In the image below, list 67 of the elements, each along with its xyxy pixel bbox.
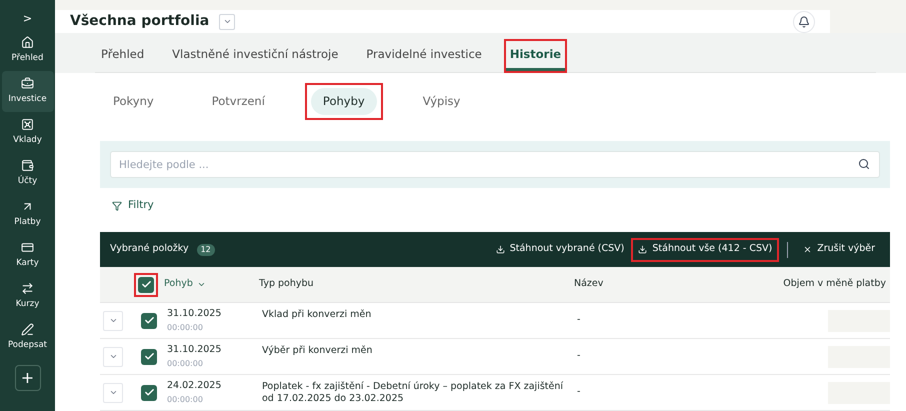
search-field[interactable]: Hledejte podle ... xyxy=(110,151,880,178)
selection-label: Vybrané položky xyxy=(110,242,189,256)
download-icon xyxy=(496,245,505,254)
sub-tab[interactable]: Pohyby xyxy=(310,88,377,115)
table-cell-text: 00:00:00 xyxy=(167,322,204,334)
close-icon xyxy=(803,245,812,254)
exchange-icon xyxy=(21,282,34,296)
check-icon xyxy=(144,351,154,362)
tab[interactable]: Vlastněné investiční nástroje xyxy=(168,41,342,72)
sidebar-item[interactable]: Podepsat xyxy=(2,317,54,358)
cancel-selection-button[interactable]: Zrušit výběr xyxy=(798,240,880,260)
tab[interactable]: Přehled xyxy=(97,41,148,72)
home-icon xyxy=(21,36,34,50)
briefcase-icon xyxy=(21,77,34,90)
table-cell-text: - xyxy=(577,385,582,400)
table-cell-text: Poplatek - fx zajištění - Debetní úroky – poplatek za FX zajištění od 17.02.2025 do 23.02.2025 xyxy=(262,380,564,405)
sub-tab[interactable]: Pokyny xyxy=(101,88,166,115)
download-button[interactable]: Stáhnout vše (412 - CSV) xyxy=(633,240,778,260)
search-icon[interactable] xyxy=(858,158,870,170)
table-cell-text: 24.02.2025 xyxy=(167,379,222,394)
add-button[interactable]: + xyxy=(14,365,40,391)
checkbox[interactable] xyxy=(141,384,157,400)
column-header[interactable]: Pohyb xyxy=(164,277,259,292)
table-cell-text: Výběr při konverzi měn xyxy=(262,344,374,357)
check-icon xyxy=(140,279,152,290)
safe-icon xyxy=(21,118,34,132)
chevron-icon xyxy=(108,352,118,361)
checkbox[interactable] xyxy=(138,276,154,292)
sub-tab[interactable]: Potvrzení xyxy=(200,88,277,115)
column-header: Název xyxy=(574,277,604,292)
download-button[interactable]: Stáhnout vybrané (CSV) xyxy=(490,240,630,260)
check-icon xyxy=(144,315,154,326)
check-icon xyxy=(144,387,154,398)
pen-icon xyxy=(21,323,34,336)
page-title: Všechna portfolia xyxy=(70,12,210,32)
tab[interactable]: Pravidelné investice xyxy=(362,41,486,72)
bell-icon xyxy=(798,16,810,28)
sidebar-item[interactable]: Karty xyxy=(2,235,54,276)
chevron-icon xyxy=(108,316,118,325)
table-cell-text: 00:00:00 xyxy=(167,358,204,370)
sidebar-item[interactable]: Účty xyxy=(2,153,54,194)
sidebar-item[interactable]: Investice xyxy=(2,71,54,112)
wallet-icon xyxy=(21,159,34,172)
column-header: Objem v měně platby xyxy=(783,277,887,292)
filters-link[interactable]: Filtry xyxy=(112,198,154,214)
table-cell-text: 31.10.2025 xyxy=(167,343,222,358)
chevron-icon xyxy=(108,388,118,397)
chevron-icon xyxy=(196,280,206,289)
table-cell-text: 31.10.2025 xyxy=(167,307,222,322)
sidebar-item[interactable]: Platby xyxy=(2,194,54,235)
sub-tab[interactable]: Výpisy xyxy=(410,88,472,115)
card-icon xyxy=(21,241,34,254)
sidebar-item[interactable]: Přehled xyxy=(2,30,54,71)
selection-count: 12 xyxy=(196,244,215,256)
checkbox[interactable] xyxy=(141,348,157,364)
column-header: Typ pohybu xyxy=(259,277,315,292)
table-cell-text: Vklad při konverzi měn xyxy=(262,308,372,321)
table-cell-text: 00:00:00 xyxy=(167,394,204,406)
sidebar-item[interactable]: Kurzy xyxy=(2,276,54,317)
tab[interactable]: Historie xyxy=(506,41,566,72)
sidebar-item[interactable]: Vklady xyxy=(2,112,54,153)
filter-icon xyxy=(112,201,122,212)
table-cell-text: - xyxy=(577,313,582,328)
table-cell-text: - xyxy=(577,349,582,364)
download-icon xyxy=(638,245,648,254)
checkbox[interactable] xyxy=(141,312,157,328)
sidebar-toggle[interactable]: > xyxy=(22,8,32,30)
